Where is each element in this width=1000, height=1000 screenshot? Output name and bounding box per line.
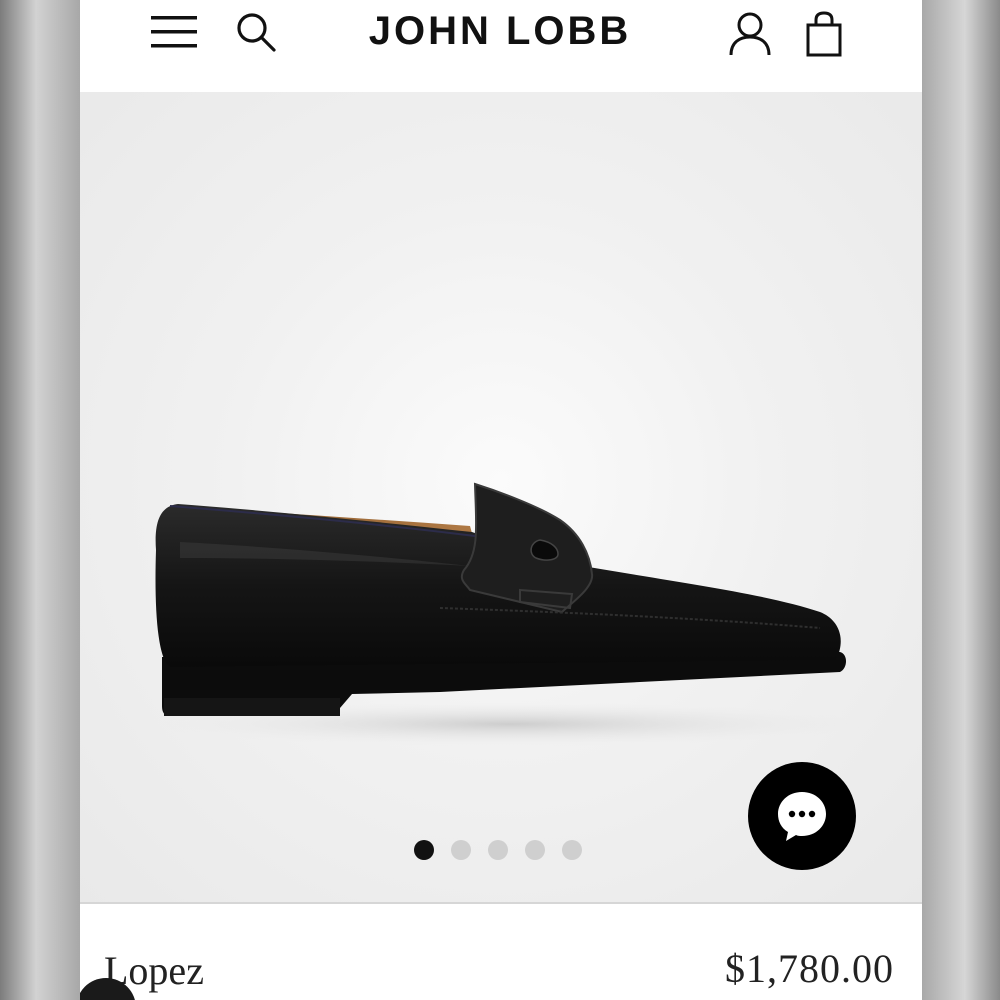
shopping-bag-button[interactable] xyxy=(798,8,850,60)
device-frame-left xyxy=(0,0,80,1000)
shoe-image xyxy=(150,482,860,746)
chat-bubble-icon xyxy=(778,792,826,841)
gallery-dot-2[interactable] xyxy=(451,840,471,860)
account-button[interactable] xyxy=(724,8,776,60)
device-frame-right xyxy=(922,0,1000,1000)
product-price: $1,780.00 xyxy=(725,946,894,991)
shopping-bag-icon xyxy=(806,11,842,57)
search-icon xyxy=(237,13,276,52)
menu-button[interactable] xyxy=(148,8,200,56)
section-divider xyxy=(80,902,922,904)
site-header: JOHN LOBB xyxy=(80,0,922,92)
account-icon xyxy=(729,12,771,56)
phone-screen: JOHN LOBB Lopez $1,780.00 xyxy=(80,0,922,1000)
product-gallery[interactable] xyxy=(80,92,922,902)
gallery-dot-5[interactable] xyxy=(562,840,582,860)
gallery-dot-1[interactable] xyxy=(414,840,434,860)
brand-logo[interactable]: JOHN LOBB xyxy=(340,6,660,56)
search-button[interactable] xyxy=(230,8,282,56)
gallery-pagination xyxy=(414,838,582,862)
gallery-dot-3[interactable] xyxy=(488,840,508,860)
menu-icon xyxy=(151,16,197,48)
chat-button[interactable] xyxy=(748,762,856,870)
gallery-dot-4[interactable] xyxy=(525,840,545,860)
